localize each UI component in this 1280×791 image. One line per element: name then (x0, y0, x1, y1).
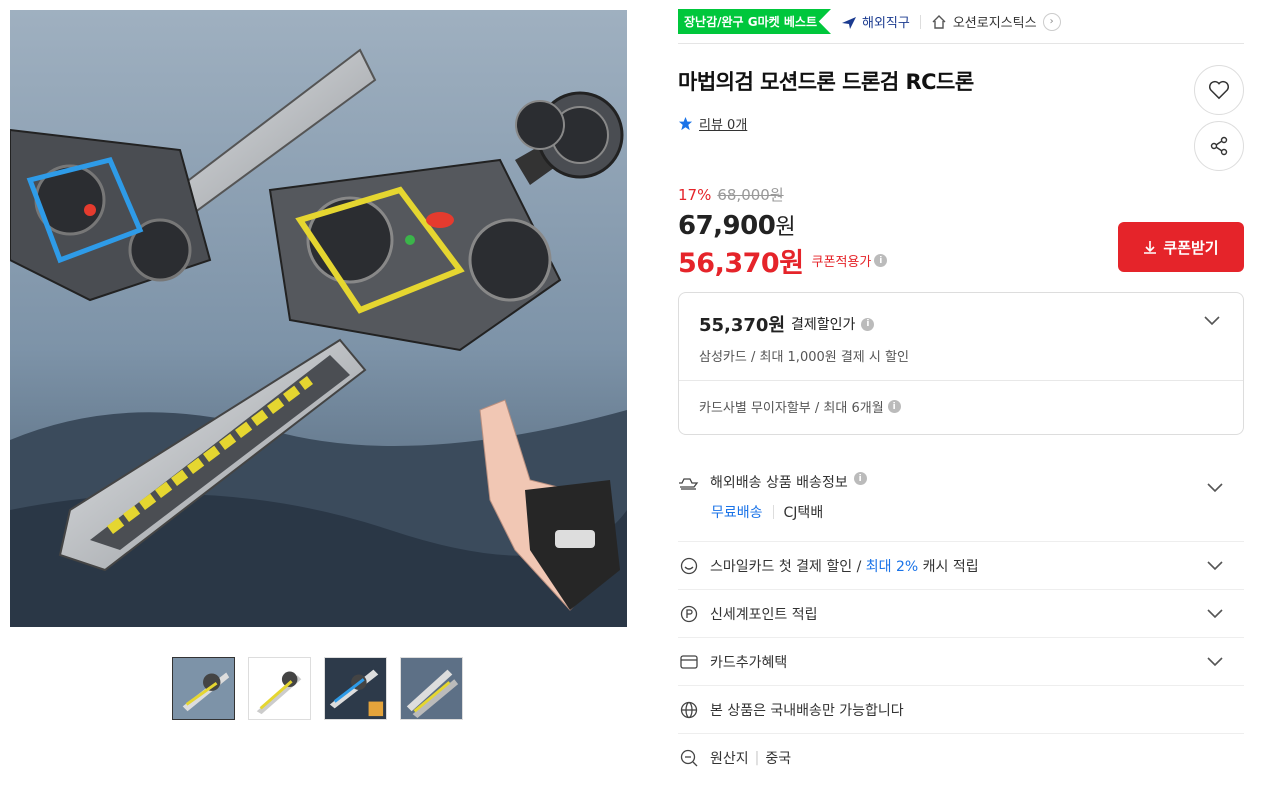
coupon-download-button[interactable]: 쿠폰받기 (1118, 222, 1244, 272)
chevron-down-icon (1207, 560, 1223, 570)
review-link[interactable]: 리뷰 0개 (678, 114, 747, 133)
sale-price-unit: 원 (775, 215, 796, 240)
original-price: 68,000원 (717, 186, 784, 204)
thumbnail-strip (172, 657, 463, 720)
payment-discount-summary[interactable]: 55,370원 결제할인가 i 삼성카드 / 최대 1,000원 결제 시 할인 (679, 293, 1243, 381)
drone-sword-illustration (10, 10, 627, 627)
smile-prefix: 스마일카드 첫 결제 할인 / (710, 558, 862, 575)
smile-suffix: 캐시 적립 (922, 558, 979, 575)
download-icon (1144, 241, 1157, 254)
info-icon[interactable]: i (853, 472, 867, 485)
truck-icon (678, 472, 700, 494)
price-block: 17% 68,000원 67,900원 56,370원 쿠폰적용가 i 쿠폰받기 (678, 184, 1244, 280)
wishlist-button[interactable] (1194, 65, 1244, 115)
installment-text: 카드사별 무이자할부 / 최대 6개월 (699, 401, 884, 416)
coupon-label[interactable]: 쿠폰적용가 i (812, 251, 888, 270)
origin-value: 중국 (765, 751, 792, 767)
chevron-right-icon: › (1042, 12, 1061, 31)
divider (772, 505, 774, 519)
share-icon (1210, 136, 1228, 156)
thumbnail-1[interactable] (172, 657, 235, 720)
product-title: 마법의검 모션드론 드론검 RC드론 (678, 70, 974, 94)
divider (919, 14, 921, 29)
chevron-down-icon[interactable] (1203, 315, 1221, 327)
thumbnail-4[interactable] (400, 657, 463, 720)
heart-icon (1209, 80, 1229, 100)
shop-link[interactable]: 오션로지스틱스 › (931, 12, 1061, 31)
shop-name: 오션로지스틱스 (952, 16, 1037, 31)
info-icon[interactable]: i (874, 254, 888, 267)
origin-row: 원산지 | 중국 (678, 734, 1244, 782)
info-icon[interactable]: i (861, 317, 875, 331)
installment-row: 카드사별 무이자할부 / 최대 6개월 i (679, 381, 1243, 432)
chevron-down-icon (1207, 608, 1223, 618)
plane-icon (842, 16, 856, 29)
domestic-label: 본 상품은 국내배송만 가능합니다 (710, 702, 904, 719)
shipping-sub: 무료배송 CJ택배 (711, 502, 823, 522)
product-info-panel: 장난감/완구 G마켓 베스트 해외직구 오션로지스틱스 › 마법의검 모션드론 … (678, 0, 1244, 767)
payment-discount-box: 55,370원 결제할인가 i 삼성카드 / 최대 1,000원 결제 시 할인… (678, 292, 1244, 435)
shinsegae-label: 신세계포인트 적립 (710, 606, 818, 623)
overseas-label: 해외직구 (862, 16, 910, 31)
product-main-image[interactable] (10, 10, 627, 627)
info-icon[interactable]: i (887, 400, 901, 413)
smile-highlight: 최대 2% (865, 558, 919, 575)
discount-row: 17% 68,000원 (678, 184, 1244, 205)
best-badge[interactable]: 장난감/완구 G마켓 베스트 (678, 9, 831, 34)
share-button[interactable] (1194, 121, 1244, 171)
coupon-label-text: 쿠폰적용가 (811, 255, 872, 270)
smile-card-row[interactable]: 스마일카드 첫 결제 할인 / 최대 2% 캐시 적립 (678, 542, 1244, 590)
coupon-button-label: 쿠폰받기 (1163, 238, 1219, 257)
coupon-price: 56,370원 (678, 248, 804, 279)
sale-price-value: 67,900 (678, 211, 776, 241)
payment-price-row: 55,370원 결제할인가 i (699, 311, 1223, 337)
card-icon (678, 651, 700, 673)
origin-label: 원산지 (710, 751, 749, 767)
search-icon (678, 747, 700, 769)
thumbnail-2[interactable] (248, 657, 311, 720)
thumbnail-3[interactable] (324, 657, 387, 720)
globe-icon (678, 699, 700, 721)
card-benefit-label: 카드추가혜택 (710, 654, 788, 671)
domestic-shipping-row: 본 상품은 국내배송만 가능합니다 (678, 686, 1244, 734)
shipping-info-row[interactable]: 해외배송 상품 배송정보 i 무료배송 CJ택배 (678, 456, 1244, 542)
payment-price: 55,370원 (699, 315, 786, 336)
category-bar: 장난감/완구 G마켓 베스트 해외직구 오션로지스틱스 › (678, 0, 1244, 44)
home-icon (932, 14, 946, 29)
divider: | (754, 750, 760, 766)
chevron-down-icon (1207, 483, 1223, 493)
chevron-down-icon (1207, 656, 1223, 666)
review-count: 리뷰 0개 (699, 118, 748, 133)
smile-icon (678, 555, 700, 577)
shinsegae-point-row[interactable]: 신세계포인트 적립 (678, 590, 1244, 638)
shipping-carrier: CJ택배 (783, 505, 824, 521)
free-shipping: 무료배송 (711, 505, 763, 521)
shipping-title: 해외배송 상품 배송정보 (710, 475, 848, 491)
star-icon (678, 116, 693, 131)
payment-label: 결제할인가 (791, 317, 856, 333)
overseas-tag[interactable]: 해외직구 (841, 12, 910, 31)
payment-sub: 삼성카드 / 최대 1,000원 결제 시 할인 (699, 350, 909, 365)
discount-rate: 17% (678, 185, 712, 204)
card-benefit-row[interactable]: 카드추가혜택 (678, 638, 1244, 686)
point-icon (678, 603, 700, 625)
info-list: 해외배송 상품 배송정보 i 무료배송 CJ택배 스마일카드 첫 결제 할인 /… (678, 456, 1244, 782)
